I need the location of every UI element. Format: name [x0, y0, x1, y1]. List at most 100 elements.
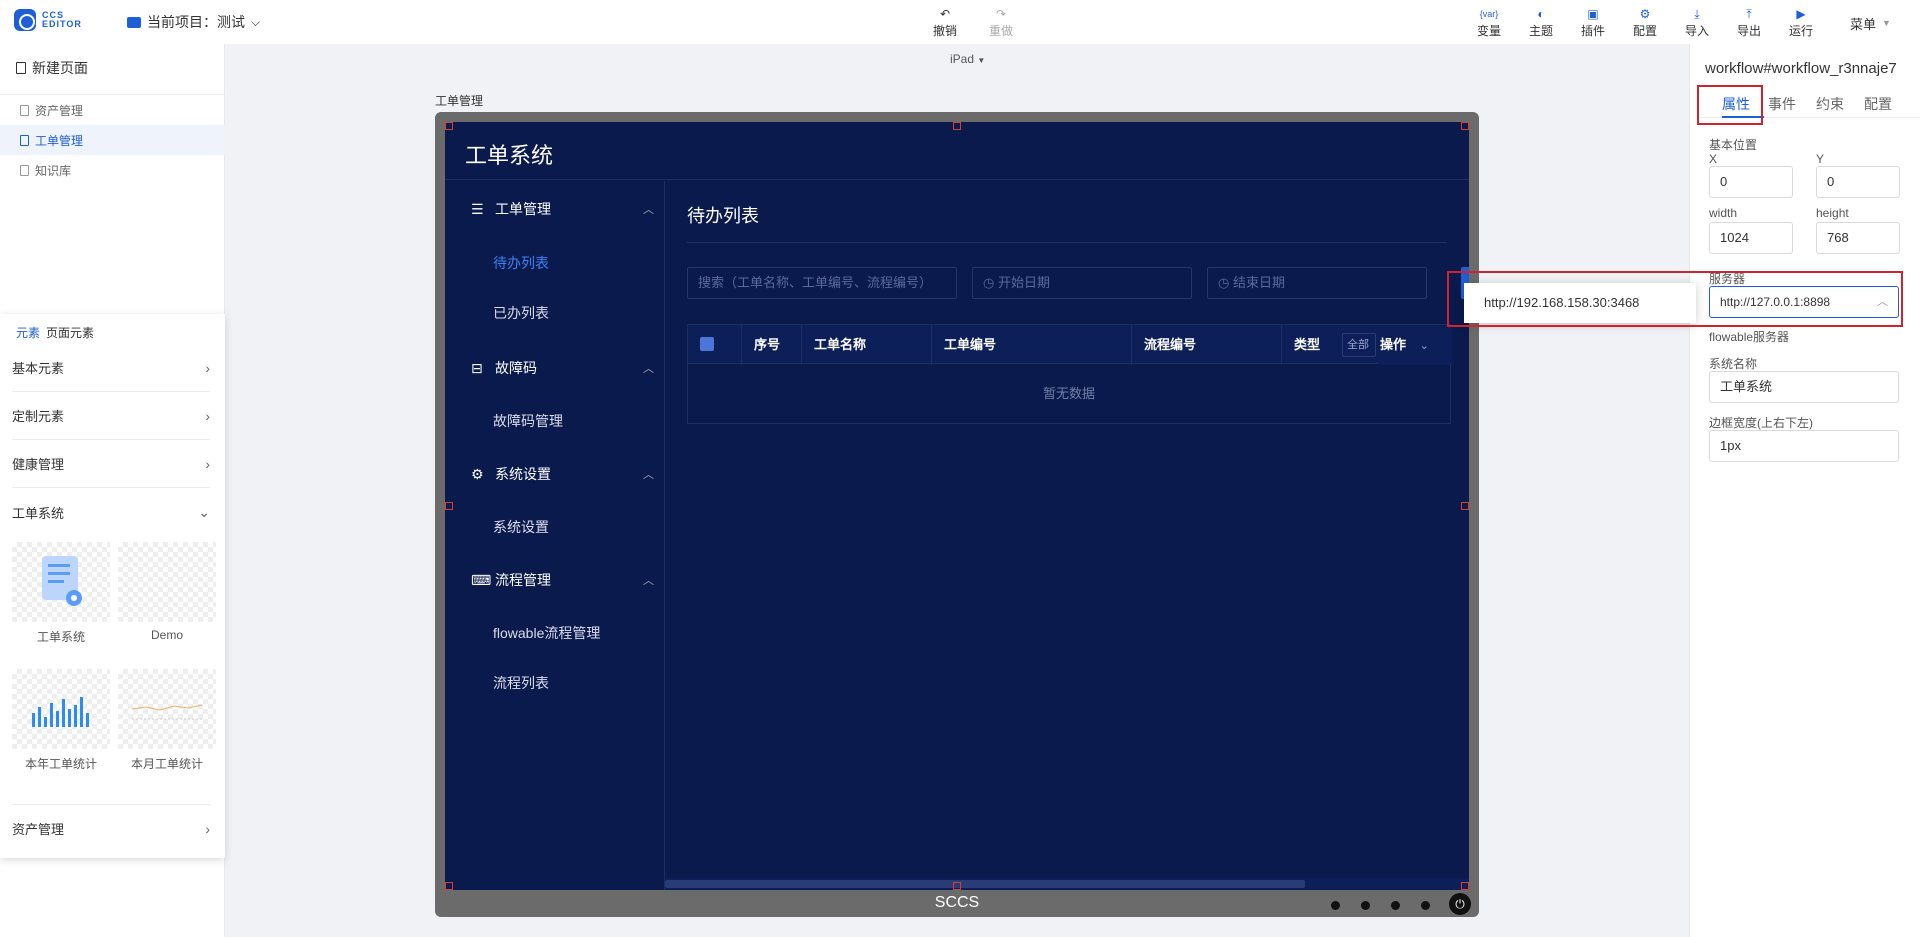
component-label: Demo [150, 628, 183, 642]
import-button[interactable]: ⤓ 导入 [1682, 6, 1712, 39]
search-input[interactable]: 搜索（工单名称、工单编号、流程编号） [687, 267, 957, 299]
component-label: 本月工单统计 [130, 757, 203, 771]
run-button[interactable]: ▶ 运行 [1786, 6, 1816, 39]
tab-config[interactable]: 配置 [1864, 94, 1892, 114]
menu-group-workorder[interactable]: ☰ 工单管理 ︿ [445, 189, 665, 229]
component-label: 本年工单统计 [24, 757, 97, 771]
x-input[interactable]: 0 [1709, 166, 1793, 198]
tab-elements[interactable]: 元素 [16, 324, 40, 341]
chevron-up-icon: ︿ [643, 575, 654, 587]
resize-handle[interactable] [953, 882, 961, 890]
width-label: width [1709, 206, 1738, 220]
undo-button[interactable]: ↶ 撤销 [930, 6, 960, 39]
category-label: 定制元素 [12, 409, 65, 424]
menu-group-label: 流程管理 [495, 572, 551, 588]
redo-icon: ↷ [995, 7, 1007, 21]
theme-button[interactable]: ◐ 主题 [1526, 6, 1556, 39]
footer-brand: SCCS [934, 894, 980, 911]
start-date-input[interactable]: ◷ 开始日期 [972, 267, 1192, 299]
resize-handle[interactable] [1461, 882, 1469, 890]
device-selector[interactable]: iPad ▼ [950, 52, 985, 66]
select-all-checkbox[interactable] [700, 337, 714, 351]
chevron-up-icon: ︿ [643, 363, 654, 375]
category-label: 工单系统 [12, 505, 65, 521]
menu-group-fault-code[interactable]: ⊟ 故障码 ︿ [445, 348, 665, 388]
dot-indicator[interactable] [1331, 901, 1340, 910]
tab-page-elements[interactable]: 页面元素 [46, 324, 94, 341]
height-label: height [1816, 206, 1849, 220]
chevron-up-icon: ︿ [643, 204, 654, 216]
menu-group-process[interactable]: ⌨ 流程管理 ︿ [445, 560, 665, 600]
chevron-right-icon: › [205, 359, 210, 376]
category-assets[interactable]: 资产管理 › [12, 804, 210, 852]
component-workorder-system[interactable] [12, 542, 110, 622]
page-item-knowledge[interactable]: 知识库 [0, 155, 225, 185]
dot-indicator[interactable] [1391, 901, 1400, 910]
category-label: 健康管理 [12, 457, 65, 472]
logo-icon [14, 9, 36, 31]
content-title: 待办列表 [687, 206, 759, 226]
power-icon[interactable]: ⏻ [1449, 893, 1471, 915]
scrollbar-thumb[interactable] [665, 880, 1305, 888]
menu-item-fault-code-mgmt[interactable]: 故障码管理 [493, 411, 563, 431]
clock-icon: ◷ [983, 275, 995, 290]
new-page-button[interactable]: 新建页面 [16, 58, 88, 78]
menu-dropdown[interactable]: 菜单 ▼ [1850, 14, 1891, 33]
run-label: 运行 [1788, 24, 1813, 38]
category-custom[interactable]: 定制元素 › [12, 392, 210, 440]
resize-handle[interactable] [1461, 502, 1469, 510]
page-label: 知识库 [35, 163, 72, 178]
y-input[interactable]: 0 [1816, 166, 1900, 198]
workflow-component[interactable]: 工单系统 ☰ 工单管理 ︿ 待办列表 已办列表 ⊟ 故障码 ︿ 故障码管理 ⚙ … [445, 122, 1469, 890]
resize-handle[interactable] [445, 882, 453, 890]
variables-button[interactable]: {var} 变量 [1474, 6, 1504, 39]
resize-handle[interactable] [445, 502, 453, 510]
tab-constraints[interactable]: 约束 [1816, 94, 1844, 114]
category-workorder[interactable]: 工单系统 ⌄ [12, 488, 210, 536]
export-label: 导出 [1736, 24, 1761, 38]
end-date-input[interactable]: ◷ 结束日期 [1207, 267, 1427, 299]
system-name-input[interactable]: 工单系统 [1709, 371, 1899, 403]
page-item-assets[interactable]: 资产管理 [0, 95, 225, 125]
redo-label: 重做 [988, 24, 1013, 38]
x-label: X [1709, 152, 1718, 166]
dot-indicator[interactable] [1361, 901, 1370, 910]
presentation-icon: ⌨ [471, 571, 492, 588]
dot-indicator[interactable] [1421, 901, 1430, 910]
type-filter-select[interactable]: 全部 [1342, 333, 1376, 357]
width-input[interactable]: 1024 [1709, 222, 1793, 254]
page-item-workorder[interactable]: 工单管理 [0, 125, 225, 155]
category-basic[interactable]: 基本元素 › [12, 344, 210, 392]
resize-handle[interactable] [1461, 122, 1469, 130]
height-input[interactable]: 768 [1816, 222, 1900, 254]
border-width-input[interactable]: 1px [1709, 430, 1899, 462]
new-page-icon [16, 62, 26, 74]
category-health[interactable]: 健康管理 › [12, 440, 210, 488]
caret-down-icon: ▼ [1882, 18, 1891, 28]
menu-item-done[interactable]: 已办列表 [493, 303, 549, 323]
column-header: 序号 [742, 325, 802, 365]
menu-item-process-list[interactable]: 流程列表 [493, 673, 549, 693]
horizontal-scrollbar[interactable] [665, 878, 1469, 890]
export-button[interactable]: ⤒ 导出 [1734, 6, 1764, 39]
menu-item-flowable[interactable]: flowable流程管理 [493, 623, 600, 643]
menu-item-settings[interactable]: 系统设置 [493, 517, 549, 537]
page-label: 工单管理 [35, 133, 84, 148]
select-all-cell[interactable] [688, 325, 742, 365]
component-monthly-stats[interactable] [118, 669, 216, 749]
gear-icon: ⚙ [471, 465, 484, 482]
project-selector[interactable]: 当前项目：测试 ⌵ [127, 12, 260, 32]
config-button[interactable]: ⚙ 配置 [1630, 6, 1660, 39]
highlight-box [1447, 271, 1903, 327]
resize-handle[interactable] [953, 122, 961, 130]
plugins-button[interactable]: ▣ 插件 [1578, 6, 1608, 39]
resize-handle[interactable] [445, 122, 453, 130]
tab-events[interactable]: 事件 [1768, 94, 1796, 114]
top-toolbar: CCS EDITOR 当前项目：测试 ⌵ ↶ 撤销 ↷ 重做 {var} 变量 … [0, 0, 1920, 44]
component-demo[interactable] [118, 542, 216, 622]
menu-group-settings[interactable]: ⚙ 系统设置 ︿ [445, 454, 665, 494]
component-yearly-stats[interactable] [12, 669, 110, 749]
menu-item-todo[interactable]: 待办列表 [493, 253, 549, 273]
logo-line-2: EDITOR [42, 19, 82, 29]
redo-button[interactable]: ↷ 重做 [986, 6, 1016, 39]
